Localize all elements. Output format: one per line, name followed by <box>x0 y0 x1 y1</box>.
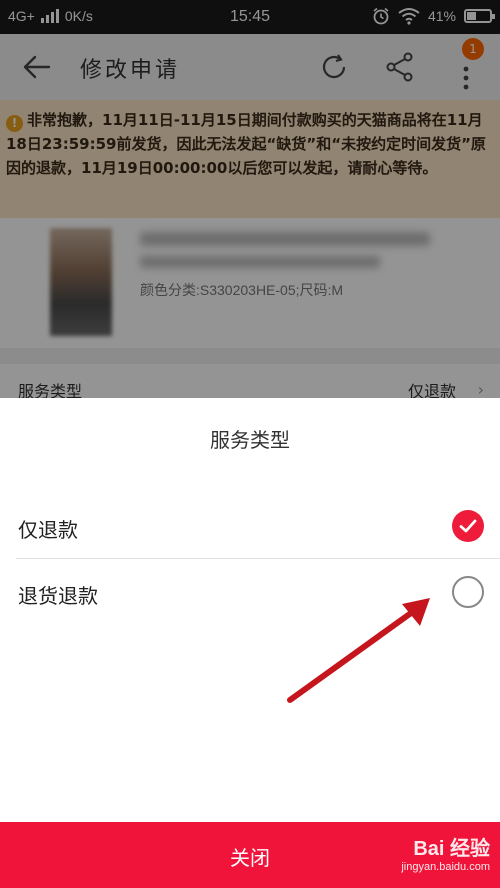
modal-overlay[interactable] <box>0 0 500 398</box>
watermark-logo: Bai 经验 jingyan.baidu.com <box>401 832 490 873</box>
annotation-arrow-icon <box>287 598 430 703</box>
radio-checked-icon[interactable] <box>452 510 484 542</box>
radio-unchecked-icon[interactable] <box>452 576 484 608</box>
watermark-sub: jingyan.baidu.com <box>401 861 490 873</box>
option-label: 仅退款 <box>18 518 78 542</box>
option-refund-only[interactable]: 仅退款 <box>0 494 500 558</box>
watermark-main: Bai 经验 <box>413 838 490 860</box>
option-divider <box>16 558 500 559</box>
close-button[interactable]: 关闭 Bai 经验 jingyan.baidu.com <box>0 822 500 888</box>
sheet-title: 服务类型 <box>210 428 290 452</box>
option-label: 退货退款 <box>18 584 98 608</box>
